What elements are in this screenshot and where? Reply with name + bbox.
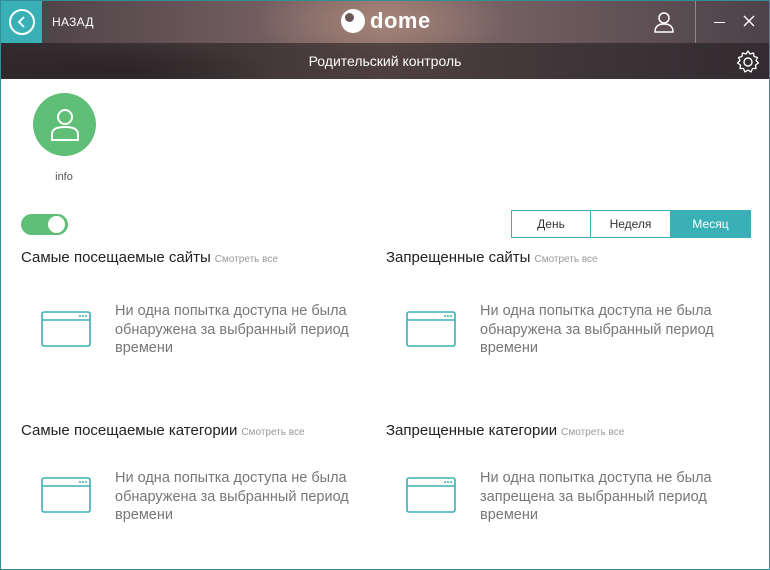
section-title-most-visited-categories: Самые посещаемые категории Смотреть все — [21, 422, 305, 439]
section-title-blocked-sites: Запрещенные сайты Смотреть все — [386, 249, 598, 266]
user-account-button[interactable] — [650, 9, 678, 35]
empty-state-text: Ни одна попытка доступа не была запрещен… — [480, 470, 712, 523]
period-week-button[interactable]: Неделя — [591, 210, 671, 238]
back-label[interactable]: НАЗАД — [52, 15, 94, 29]
app-window: НАЗАД dome Родительский контроль info Де… — [0, 0, 770, 570]
profile-avatar[interactable] — [33, 93, 96, 156]
profile-name: info — [55, 171, 73, 183]
chevron-left-icon — [8, 9, 35, 35]
settings-button[interactable] — [735, 49, 761, 75]
see-all-link[interactable]: Смотреть все — [534, 254, 597, 265]
section-title-blocked-categories: Запрещенные категории Смотреть все — [386, 422, 624, 439]
user-icon — [654, 12, 674, 33]
browser-window-icon — [406, 311, 456, 347]
browser-window-icon — [406, 477, 456, 513]
gear-icon — [736, 50, 760, 73]
logo: dome — [341, 8, 431, 34]
header-divider — [695, 1, 696, 43]
user-icon — [50, 108, 79, 141]
back-button[interactable] — [1, 1, 42, 43]
close-button[interactable] — [741, 13, 757, 29]
browser-window-icon — [41, 311, 91, 347]
parental-control-toggle[interactable] — [21, 214, 68, 235]
logo-text: dome — [370, 8, 431, 33]
period-selector: День Неделя Месяц — [511, 210, 751, 238]
see-all-link[interactable]: Смотреть все — [215, 254, 278, 265]
toggle-knob — [48, 216, 65, 233]
see-all-link[interactable]: Смотреть все — [561, 427, 624, 438]
section-title-text: Запрещенные сайты — [386, 249, 531, 266]
browser-window-icon — [41, 477, 91, 513]
logo-mark-icon — [341, 9, 365, 33]
close-icon — [743, 15, 755, 27]
section-title-text: Самые посещаемые категории — [21, 422, 238, 439]
section-title-text: Запрещенные категории — [386, 422, 558, 439]
see-all-link[interactable]: Смотреть все — [241, 427, 304, 438]
period-day-button[interactable]: День — [511, 210, 591, 238]
minimize-button[interactable] — [712, 13, 728, 29]
empty-state-text: Ни одна попытка доступа не была обнаруже… — [115, 303, 349, 356]
page-title: Родительский контроль — [308, 53, 462, 69]
period-month-button[interactable]: Месяц — [671, 210, 751, 238]
section-title-text: Самые посещаемые сайты — [21, 249, 211, 266]
section-title-most-visited-sites: Самые посещаемые сайты Смотреть все — [21, 249, 278, 266]
empty-state-text: Ни одна попытка доступа не была обнаруже… — [480, 303, 714, 356]
empty-state-text: Ни одна попытка доступа не была обнаруже… — [115, 470, 349, 523]
